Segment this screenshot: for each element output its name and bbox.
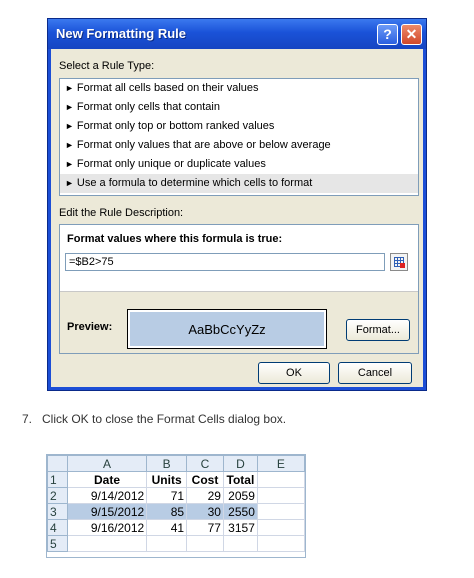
arrow-right-icon: ►	[65, 121, 74, 131]
spreadsheet-grid: A B C D E 1 Date Units Cost Total 2 9/14…	[47, 455, 305, 552]
cell[interactable]: 3157	[222, 519, 258, 536]
dialog-title: New Formatting Rule	[56, 26, 187, 41]
rule-type-item[interactable]: ► Format all cells based on their values	[60, 79, 418, 98]
preview-sample: AaBbCcYyZz	[130, 312, 324, 346]
cell[interactable]: 2550	[222, 503, 258, 520]
table-row: 1 Date Units Cost Total	[47, 471, 305, 488]
cell[interactable]	[256, 471, 305, 488]
cell[interactable]: 71	[146, 487, 188, 504]
cell[interactable]: 85	[146, 503, 188, 520]
cell[interactable]	[256, 487, 305, 504]
row-header[interactable]: 3	[47, 503, 68, 520]
cell[interactable]	[66, 535, 148, 552]
column-header[interactable]: D	[222, 455, 258, 472]
cell[interactable]	[222, 535, 258, 552]
cell[interactable]: 2059	[222, 487, 258, 504]
rule-type-label: Use a formula to determine which cells t…	[76, 177, 313, 189]
rule-type-label: Format only cells that contain	[76, 101, 220, 113]
column-header[interactable]: A	[66, 455, 148, 472]
cell[interactable]: Date	[66, 471, 148, 488]
column-header[interactable]: B	[146, 455, 188, 472]
collapse-dialog-button[interactable]	[390, 253, 408, 271]
formula-heading: Format values where this formula is true…	[67, 233, 283, 245]
instruction-step: 7. Click OK to close the Format Cells dia…	[22, 412, 286, 426]
table-row: 4 9/16/2012 41 77 3157	[47, 519, 305, 536]
rule-type-item[interactable]: ► Format only cells that contain	[60, 98, 418, 117]
cell[interactable]: 9/15/2012	[66, 503, 148, 520]
edit-rule-description-label: Edit the Rule Description:	[59, 207, 184, 219]
row-header[interactable]: 1	[47, 471, 68, 488]
cell[interactable]: 9/14/2012	[66, 487, 148, 504]
dialog-titlebar[interactable]: New Formatting Rule ? ✕	[48, 19, 426, 49]
arrow-right-icon: ►	[65, 140, 74, 150]
cell[interactable]	[256, 503, 305, 520]
help-button[interactable]: ?	[377, 24, 398, 45]
ok-button[interactable]: OK	[258, 362, 330, 384]
cell[interactable]: 9/16/2012	[66, 519, 148, 536]
cell[interactable]: 77	[186, 519, 224, 536]
select-all-corner[interactable]	[47, 455, 68, 472]
rule-type-item[interactable]: ► Format only unique or duplicate values	[60, 155, 418, 174]
rule-type-list[interactable]: ► Format all cells based on their values …	[59, 78, 419, 196]
formula-section: Format values where this formula is true…	[60, 225, 418, 292]
cell[interactable]: 29	[186, 487, 224, 504]
dialog-body: Select a Rule Type: ► Format all cells ba…	[51, 49, 423, 387]
rule-type-label: Format only top or bottom ranked values	[76, 120, 275, 132]
arrow-right-icon: ►	[65, 83, 74, 93]
column-header[interactable]: E	[256, 455, 305, 472]
cell[interactable]: Units	[146, 471, 188, 488]
arrow-right-icon: ►	[65, 178, 74, 188]
preview-box: AaBbCcYyZz	[127, 309, 327, 349]
rule-type-label: Format only values that are above or bel…	[76, 139, 331, 151]
rule-type-label: Format only unique or duplicate values	[76, 158, 266, 170]
table-row: 2 9/14/2012 71 29 2059	[47, 487, 305, 504]
cell[interactable]	[146, 535, 188, 552]
table-row: 5	[47, 535, 305, 552]
rule-type-item[interactable]: ► Format only values that are above or be…	[60, 136, 418, 155]
preview-label: Preview:	[67, 321, 113, 333]
arrow-right-icon: ►	[65, 159, 74, 169]
cancel-button[interactable]: Cancel	[338, 362, 412, 384]
formula-input[interactable]: =$B2>75	[65, 253, 385, 271]
spreadsheet: A B C D E 1 Date Units Cost Total 2 9/14…	[46, 454, 306, 558]
select-rule-type-label: Select a Rule Type:	[59, 60, 155, 72]
cell[interactable]	[256, 519, 305, 536]
range-select-marker	[400, 263, 405, 268]
cell[interactable]	[186, 535, 224, 552]
row-header[interactable]: 4	[47, 519, 68, 536]
step-number: 7.	[22, 412, 33, 426]
rule-type-item-selected[interactable]: ► Use a formula to determine which cells …	[60, 174, 418, 193]
column-header[interactable]: C	[186, 455, 224, 472]
format-button[interactable]: Format...	[346, 319, 410, 341]
rule-type-item[interactable]: ► Format only top or bottom ranked values	[60, 117, 418, 136]
cell[interactable]: 30	[186, 503, 224, 520]
cell[interactable]: 41	[146, 519, 188, 536]
new-formatting-rule-dialog: New Formatting Rule ? ✕ Select a Rule Ty…	[47, 18, 427, 391]
cell[interactable]	[256, 535, 305, 552]
table-row-highlighted: 3 9/15/2012 85 30 2550	[47, 503, 305, 520]
row-header[interactable]: 2	[47, 487, 68, 504]
cell[interactable]: Cost	[186, 471, 224, 488]
cell[interactable]: Total	[222, 471, 258, 488]
rule-description-panel: Format values where this formula is true…	[59, 224, 419, 354]
arrow-right-icon: ►	[65, 102, 74, 112]
close-button[interactable]: ✕	[401, 24, 422, 45]
step-text: Click OK to close the Format Cells dialo…	[42, 412, 287, 426]
row-header[interactable]: 5	[47, 535, 68, 552]
rule-type-label: Format all cells based on their values	[76, 82, 259, 94]
